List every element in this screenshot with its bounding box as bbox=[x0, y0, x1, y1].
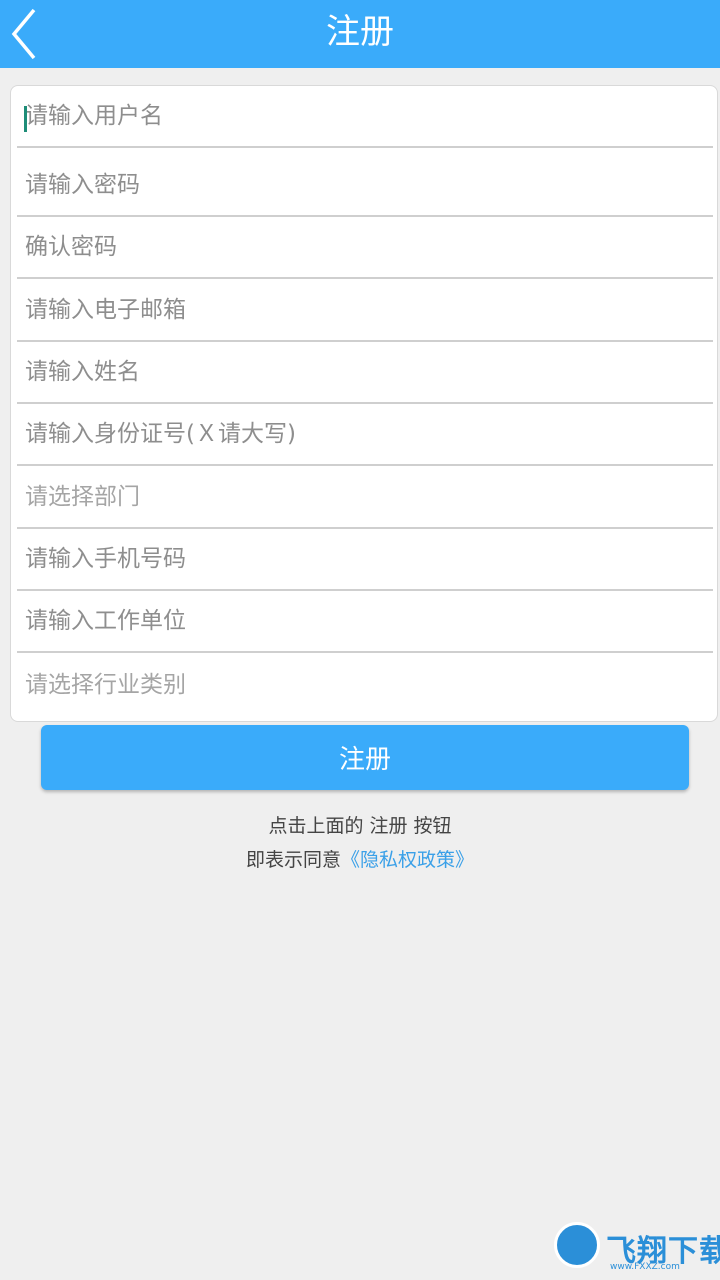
privacy-policy-link[interactable]: 《隐私权政策》 bbox=[341, 849, 474, 871]
username-input[interactable] bbox=[17, 86, 713, 146]
password-input[interactable] bbox=[17, 155, 713, 215]
agreement-notice-line2: 即表示同意《隐私权政策》 bbox=[0, 845, 720, 872]
register-button[interactable]: 注册 bbox=[41, 725, 689, 790]
watermark-url: www.FXXZ.com bbox=[610, 1262, 680, 1272]
phone-field[interactable] bbox=[17, 529, 713, 591]
work-unit-field[interactable] bbox=[17, 591, 713, 653]
confirm-password-field[interactable] bbox=[17, 217, 713, 279]
phone-input[interactable] bbox=[17, 529, 713, 589]
id-number-field[interactable] bbox=[17, 404, 713, 466]
industry-select[interactable] bbox=[17, 654, 713, 716]
app-header: 注册 bbox=[0, 0, 720, 68]
department-field[interactable] bbox=[17, 467, 713, 529]
page-title: 注册 bbox=[326, 12, 394, 52]
agreement-prefix: 即表示同意 bbox=[245, 849, 341, 871]
confirm-password-input[interactable] bbox=[17, 217, 713, 277]
email-field[interactable] bbox=[17, 280, 713, 342]
watermark-logo-icon bbox=[554, 1222, 600, 1268]
industry-field[interactable] bbox=[17, 654, 713, 716]
work-unit-input[interactable] bbox=[17, 591, 713, 651]
watermark: 飞翔下载 www.FXXZ.com bbox=[554, 1220, 720, 1272]
username-field[interactable] bbox=[17, 86, 713, 148]
password-field[interactable] bbox=[17, 155, 713, 217]
id-number-input[interactable] bbox=[17, 404, 713, 464]
agreement-notice-line1: 点击上面的 注册 按钮 bbox=[268, 815, 452, 837]
department-select[interactable] bbox=[17, 467, 713, 527]
name-field[interactable] bbox=[17, 342, 713, 404]
email-input[interactable] bbox=[17, 280, 713, 340]
text-cursor bbox=[24, 106, 27, 132]
name-input[interactable] bbox=[17, 342, 713, 402]
registration-form bbox=[10, 85, 718, 722]
